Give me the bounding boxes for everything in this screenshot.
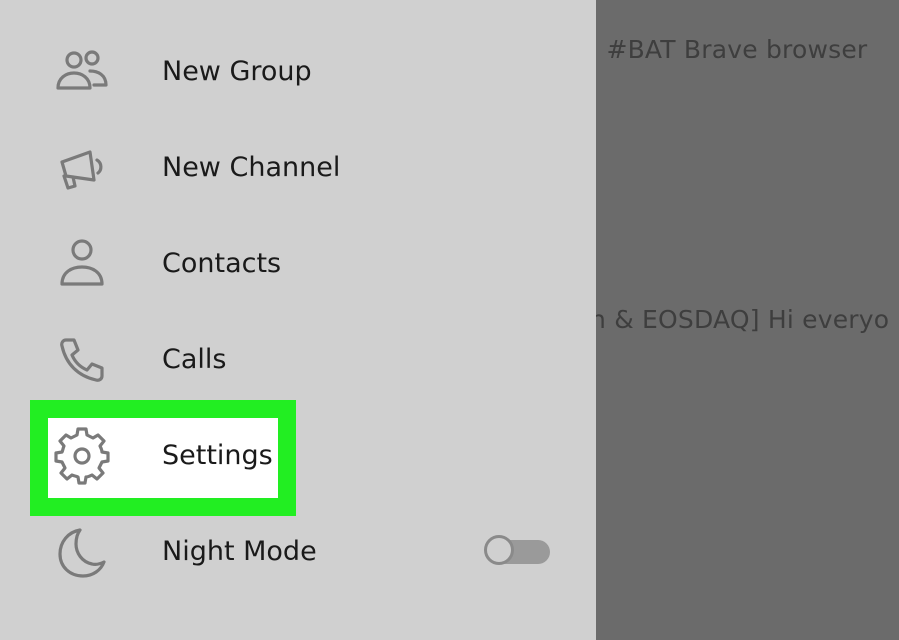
app-window: ll #BAT Brave browser n & EOSDAQ] Hi eve…: [0, 0, 899, 640]
menu-item-label: Contacts: [162, 248, 282, 279]
megaphone-icon: [50, 136, 114, 200]
group-icon: [50, 40, 114, 104]
night-mode-toggle[interactable]: [484, 535, 550, 569]
menu-item-label: New Group: [162, 56, 312, 87]
menu-item-new-group[interactable]: New Group: [0, 24, 596, 120]
side-menu: New Group New Channel Contacts Calls Set…: [0, 0, 596, 640]
moon-icon: [50, 520, 114, 584]
menu-item-new-channel[interactable]: New Channel: [0, 120, 596, 216]
person-icon: [50, 232, 114, 296]
menu-item-calls[interactable]: Calls: [0, 312, 596, 408]
phone-icon: [50, 328, 114, 392]
menu-item-label: Settings: [162, 440, 273, 471]
chat-preview-text: n & EOSDAQ] Hi everyo: [596, 305, 890, 334]
chat-list-dimmed-overlay[interactable]: ll #BAT Brave browser n & EOSDAQ] Hi eve…: [596, 0, 899, 640]
menu-item-settings[interactable]: Settings: [0, 408, 596, 504]
menu-item-label: New Channel: [162, 152, 341, 183]
chat-preview-text: ll #BAT Brave browser: [596, 35, 868, 64]
menu-item-label: Night Mode: [162, 536, 317, 567]
toggle-knob: [484, 535, 514, 565]
menu-item-contacts[interactable]: Contacts: [0, 216, 596, 312]
gear-icon: [50, 424, 114, 488]
menu-item-label: Calls: [162, 344, 227, 375]
